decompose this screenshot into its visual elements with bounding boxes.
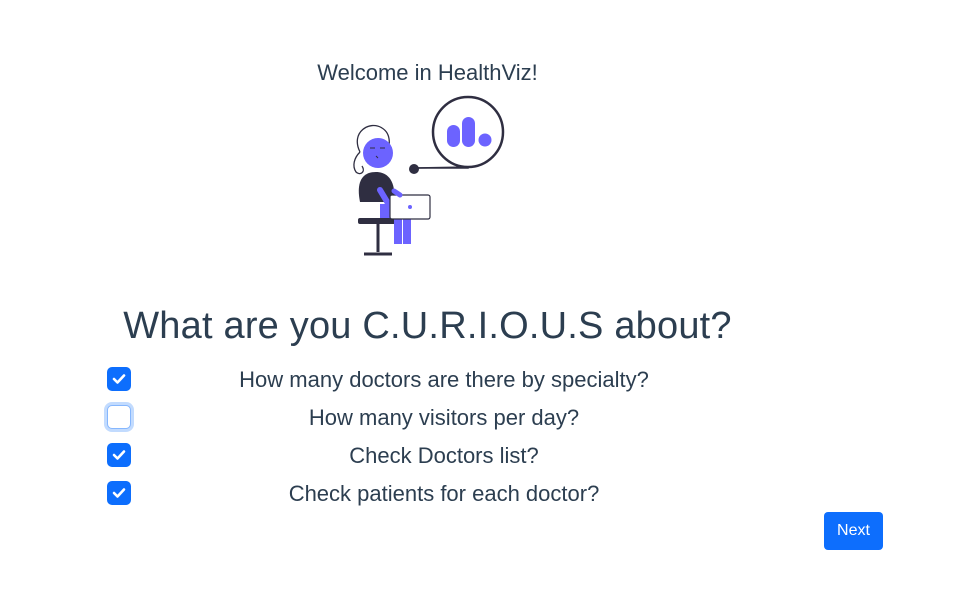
option-doctors-by-specialty: How many doctors are there by specialty? <box>104 362 744 400</box>
checkmark-icon <box>112 450 126 460</box>
checkbox-doctors-list[interactable] <box>107 443 131 467</box>
checkbox-visitors-per-day[interactable] <box>107 405 131 429</box>
option-label: How many visitors per day? <box>308 405 580 430</box>
option-visitors-per-day: How many visitors per day? <box>104 400 744 438</box>
options-list: How many doctors are there by specialty?… <box>104 362 744 514</box>
option-label: How many doctors are there by specialty? <box>239 367 649 392</box>
option-label: Check patients for each doctor? <box>288 481 600 506</box>
checkmark-icon <box>112 374 126 384</box>
page-title: What are you C.U.R.I.O.U.S about? <box>123 305 732 347</box>
checkbox-patients-per-doctor[interactable] <box>107 481 131 505</box>
page: Welcome in HealthViz! What are you C.U.R… <box>0 0 959 615</box>
person-with-laptop-chart-illustration <box>340 92 510 257</box>
option-label: Check Doctors list? <box>349 443 539 468</box>
option-patients-per-doctor: Check patients for each doctor? <box>104 476 744 514</box>
checkmark-icon <box>112 488 126 498</box>
checkbox-doctors-by-specialty[interactable] <box>107 367 131 391</box>
next-button[interactable]: Next <box>824 512 883 550</box>
welcome-heading: Welcome in HealthViz! <box>317 60 538 85</box>
option-doctors-list: Check Doctors list? <box>104 438 744 476</box>
